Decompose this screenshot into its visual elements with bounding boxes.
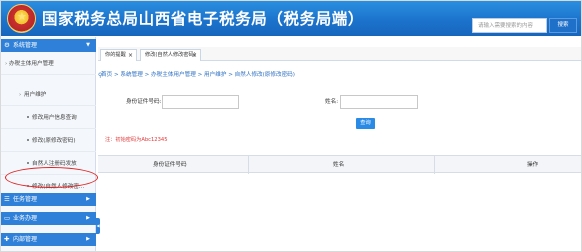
gear-icon: ⚙ [4, 41, 10, 49]
sidebar-item-user-maintenance[interactable]: › 用户维护 [1, 84, 96, 106]
name-input[interactable] [340, 95, 418, 109]
sidebar-item-label: 修改用户信息查询 [32, 115, 77, 121]
bullet-icon [27, 162, 29, 164]
query-button[interactable]: 查询 [356, 118, 375, 129]
tab-label: 你的提醒 [105, 52, 126, 58]
sidebar-item-label: 用户维护 [24, 92, 47, 98]
sidebar: ⚙ 系统管理 ▼ › 办税主体用户管理 › 用户维护 修改用户信息查询 修改(原… [1, 37, 96, 251]
task-icon: ☰ [4, 195, 10, 203]
column-divider [248, 156, 249, 174]
tools-icon: ✚ [4, 235, 10, 243]
highlight-annotation [5, 167, 98, 188]
tab-modify-natural-person-password[interactable]: 修改(自然人修改密码) × [140, 49, 201, 61]
id-number-input[interactable] [162, 95, 239, 109]
sidebar-group-business[interactable]: ▭ 业务办理 ▶ [1, 212, 96, 225]
tab-label: 修改(自然人修改密码) [145, 52, 196, 58]
sidebar-group-label: 内部管理 [13, 236, 38, 243]
name-label: 姓名: [325, 99, 339, 105]
sidebar-group-task[interactable]: ☰ 任务管理 ▶ [1, 193, 96, 206]
default-password-note: 注：初始密码为Abc12345 [105, 137, 168, 143]
column-divider [434, 156, 435, 174]
tab-reminders[interactable]: 你的提醒 × [100, 49, 137, 61]
sidebar-group-label: 业务办理 [13, 215, 38, 222]
chevron-down-icon: ▼ [86, 42, 90, 48]
column-header-id-number: 身份证件号码 [153, 162, 187, 168]
monitor-icon: ▭ [4, 214, 11, 222]
chevron-right-icon: ▶ [86, 215, 90, 221]
tax-emblem-logo: ★ [7, 4, 36, 33]
chevron-right-icon: › [5, 61, 8, 67]
bullet-icon [27, 116, 29, 118]
search-button[interactable]: 搜索 [549, 18, 577, 33]
sidebar-item-label: 办税主体用户管理 [9, 61, 54, 67]
sidebar-group-label: 任务管理 [13, 196, 38, 203]
sidebar-group-system[interactable]: ⚙ 系统管理 ▼ [1, 39, 96, 52]
close-icon[interactable]: × [192, 50, 197, 61]
tab-bar: 你的提醒 × 修改(自然人修改密码) × [98, 47, 581, 61]
chevron-right-icon: › [19, 92, 22, 98]
search-input[interactable]: 请输入需要搜索的内容 [472, 18, 547, 33]
chevron-left-icon: ◀ [96, 223, 100, 228]
column-header-actions: 操作 [527, 162, 539, 168]
site-header: ★ 国家税务总局山西省电子税务局（税务局端） 请输入需要搜索的内容 搜索 [1, 1, 581, 36]
sidebar-item-user-management[interactable]: › 办税主体用户管理 [1, 53, 96, 75]
results-table-header: 身份证件号码 姓名 操作 [98, 155, 581, 174]
chevron-right-icon: ▶ [86, 196, 90, 202]
sidebar-item-user-info-query[interactable]: 修改用户信息查询 [1, 107, 96, 129]
site-title: 国家税务总局山西省电子税务局（税务局端） [42, 10, 365, 28]
sidebar-item-modify-password[interactable]: 修改(原修改密码) [1, 130, 96, 152]
breadcrumb[interactable]: 首页 > 系统管理 > 办税主体用户管理 > 用户维护 > 自然人修改(原修改密… [101, 71, 295, 80]
sidebar-group-label: 系统管理 [13, 42, 38, 49]
column-header-name: 姓名 [333, 162, 345, 168]
bullet-icon [27, 139, 29, 141]
close-icon[interactable]: × [128, 50, 133, 61]
id-number-label: 身份证件号码: [126, 99, 162, 105]
chevron-right-icon: ▶ [86, 236, 90, 242]
sidebar-group-internal[interactable]: ✚ 内部管理 ▶ [1, 233, 96, 246]
sidebar-item-label: 修改(原修改密码) [32, 138, 76, 144]
